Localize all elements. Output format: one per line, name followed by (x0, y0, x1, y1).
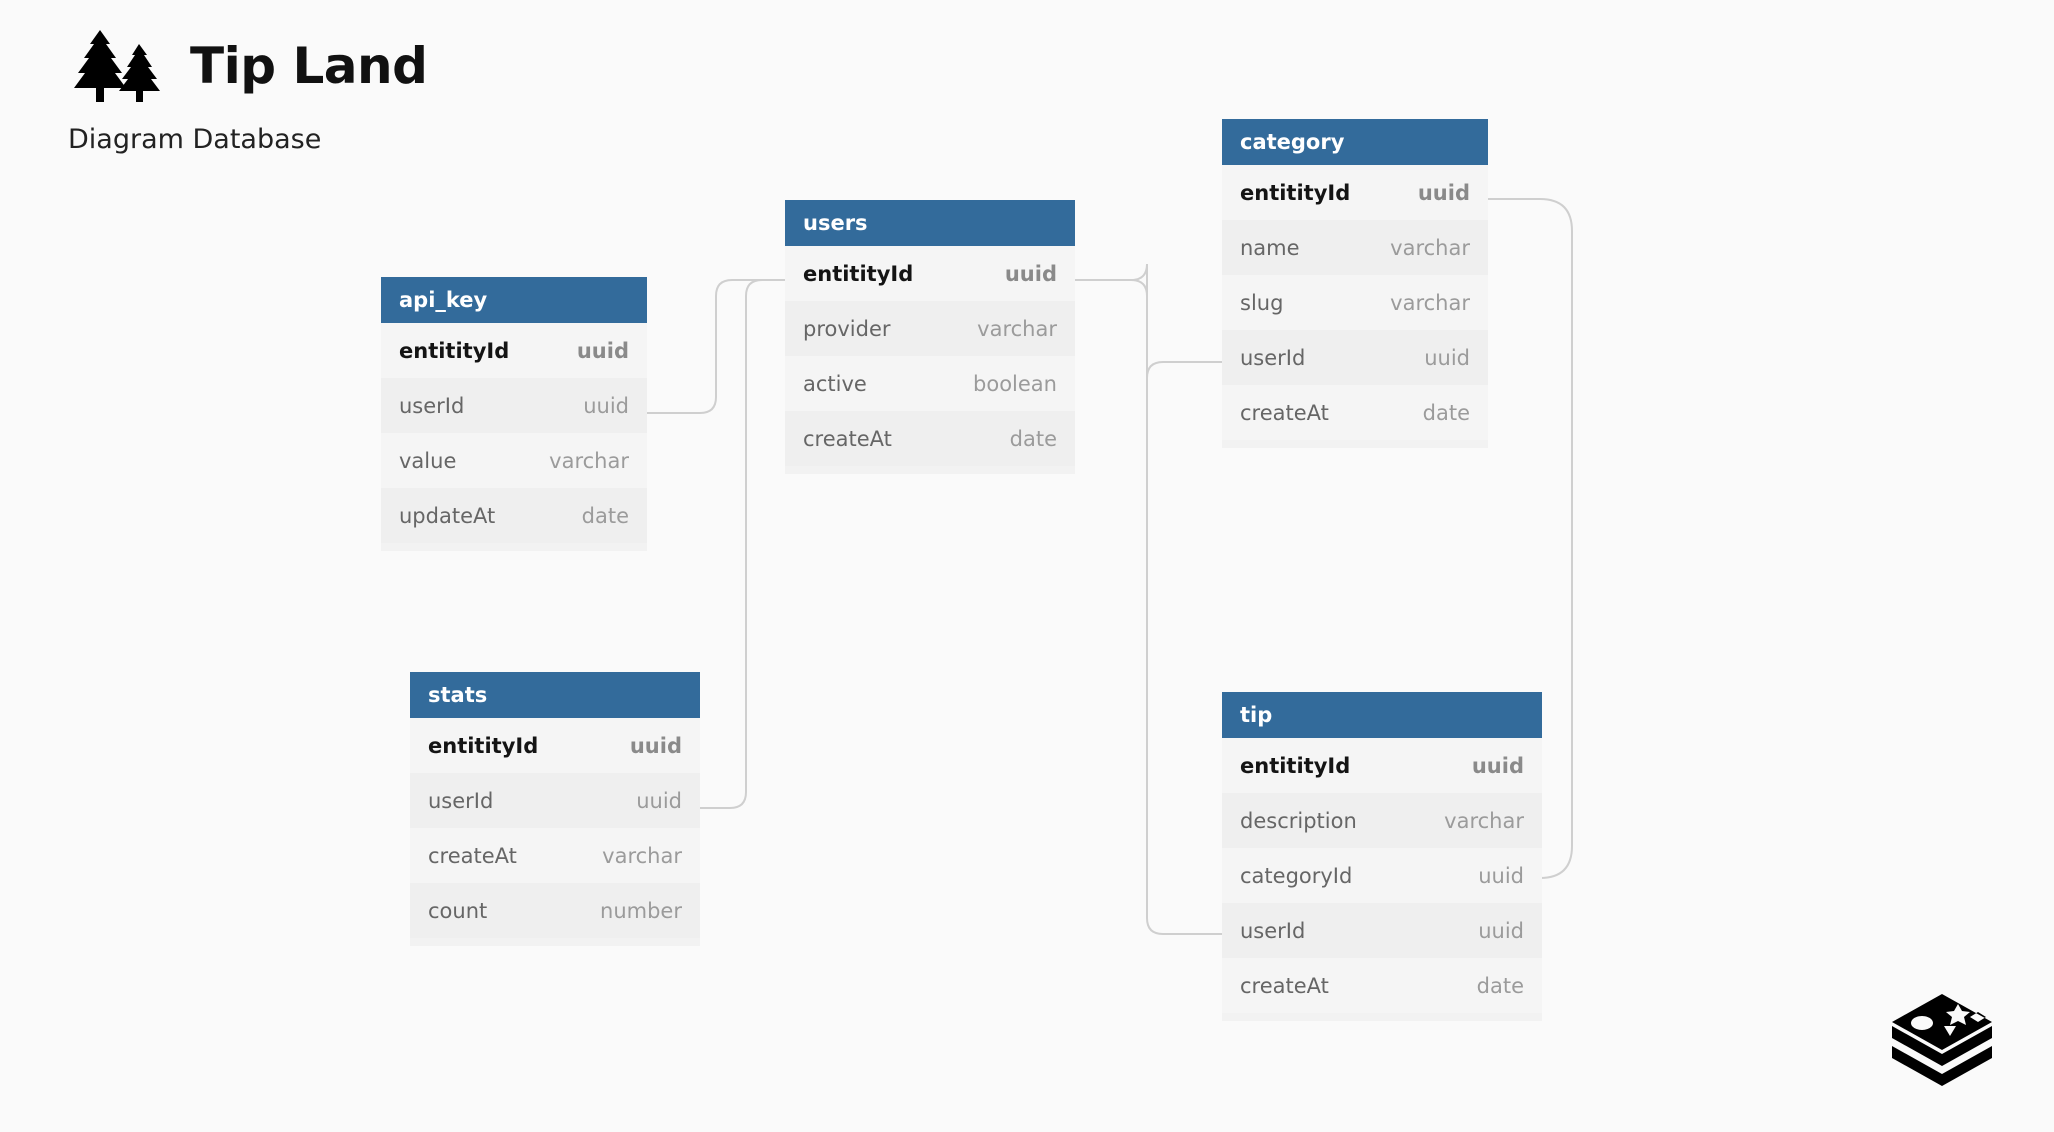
table-row[interactable]: updateAt date (381, 488, 647, 543)
column-type: varchar (549, 448, 629, 473)
table-row[interactable]: entitityId uuid (1222, 165, 1488, 220)
column-type: date (1422, 400, 1470, 425)
table-columns-tip: entitityId uuid description varchar cate… (1222, 738, 1542, 1021)
pine-trees-icon (74, 30, 160, 102)
table-row[interactable]: entitityId uuid (410, 718, 700, 773)
table-row[interactable]: userId uuid (1222, 330, 1488, 385)
er-diagram-canvas: Tip Land Diagram Database api_key entiti… (0, 0, 2054, 1132)
table-row[interactable]: value varchar (381, 433, 647, 488)
column-type: uuid (576, 338, 629, 363)
column-type: date (1009, 426, 1057, 451)
table-row[interactable]: userId uuid (381, 378, 647, 433)
table-header-users: users (785, 200, 1075, 246)
page-subtitle: Diagram Database (68, 124, 322, 155)
table-header-category: category (1222, 119, 1488, 165)
table-row[interactable]: entitityId uuid (381, 323, 647, 378)
column-type: boolean (973, 371, 1057, 396)
column-type: uuid (1417, 180, 1470, 205)
column-name: entitityId (803, 261, 914, 286)
table-columns-stats: entitityId uuid userId uuid createAt var… (410, 718, 700, 946)
edge-stats-userid-to-users-entitityid (700, 279, 785, 809)
column-name: name (1240, 235, 1300, 260)
table-header-api_key: api_key (381, 277, 647, 323)
table-row[interactable]: createAt date (1222, 958, 1542, 1013)
table-row[interactable]: active boolean (785, 356, 1075, 411)
column-type: uuid (1478, 918, 1524, 943)
column-name: active (803, 371, 867, 396)
table-header-stats: stats (410, 672, 700, 718)
column-type: uuid (629, 733, 682, 758)
table-row[interactable]: createAt date (1222, 385, 1488, 440)
entity-table-api_key[interactable]: api_key entitityId uuid userId uuid valu… (381, 277, 647, 551)
entity-table-stats[interactable]: stats entitityId uuid userId uuid create… (410, 672, 700, 946)
column-type: date (581, 503, 629, 528)
table-row[interactable]: userId uuid (1222, 903, 1542, 958)
stacked-database-layers-icon (1892, 994, 1992, 1086)
column-name: createAt (428, 843, 517, 868)
column-type: varchar (602, 843, 682, 868)
entity-table-category[interactable]: category entitityId uuid name varchar sl… (1222, 119, 1488, 448)
column-name: createAt (1240, 973, 1329, 998)
column-type: uuid (1478, 863, 1524, 888)
entity-table-users[interactable]: users entitityId uuid provider varchar a… (785, 200, 1075, 474)
column-name: updateAt (399, 503, 496, 528)
brand-header: Tip Land Diagram Database (66, 28, 428, 155)
table-row[interactable]: entitityId uuid (785, 246, 1075, 301)
column-name: entitityId (1240, 753, 1351, 778)
column-type: varchar (977, 316, 1057, 341)
table-row[interactable]: entitityId uuid (1222, 738, 1542, 793)
column-name: createAt (803, 426, 892, 451)
column-type: uuid (636, 788, 682, 813)
column-type: number (600, 898, 682, 923)
column-type: date (1476, 973, 1524, 998)
table-columns-api_key: entitityId uuid userId uuid value varcha… (381, 323, 647, 551)
table-columns-users: entitityId uuid provider varchar active … (785, 246, 1075, 474)
table-row[interactable]: count number (410, 883, 700, 938)
column-name: userId (399, 393, 465, 418)
column-name: entitityId (428, 733, 539, 758)
edge-users-entitityid-to-category-userid (1075, 263, 1222, 379)
column-name: value (399, 448, 457, 473)
edge-api_key-userid-to-users-entitityid (647, 279, 785, 414)
column-name: count (428, 898, 488, 923)
column-type: uuid (583, 393, 629, 418)
column-name: entitityId (399, 338, 510, 363)
table-row[interactable]: description varchar (1222, 793, 1542, 848)
column-type: uuid (1004, 261, 1057, 286)
column-name: entitityId (1240, 180, 1351, 205)
column-type: varchar (1390, 235, 1470, 260)
entity-table-tip[interactable]: tip entitityId uuid description varchar … (1222, 692, 1542, 1021)
table-row[interactable]: createAt varchar (410, 828, 700, 883)
brand-title-row: Tip Land (66, 28, 428, 104)
page-title: Tip Land (190, 37, 428, 95)
table-row[interactable]: userId uuid (410, 773, 700, 828)
column-name: categoryId (1240, 863, 1353, 888)
column-name: description (1240, 808, 1357, 833)
column-name: createAt (1240, 400, 1329, 425)
column-name: slug (1240, 290, 1284, 315)
table-row[interactable]: categoryId uuid (1222, 848, 1542, 903)
column-name: userId (1240, 918, 1306, 943)
relationship-edges-layer (647, 198, 1573, 935)
column-name: provider (803, 316, 891, 341)
column-type: varchar (1444, 808, 1524, 833)
table-columns-category: entitityId uuid name varchar slug varcha… (1222, 165, 1488, 448)
column-type: uuid (1471, 753, 1524, 778)
column-name: userId (1240, 345, 1306, 370)
column-type: varchar (1390, 290, 1470, 315)
table-header-tip: tip (1222, 692, 1542, 738)
table-row[interactable]: name varchar (1222, 220, 1488, 275)
table-row[interactable]: provider varchar (785, 301, 1075, 356)
column-name: userId (428, 788, 494, 813)
column-type: uuid (1424, 345, 1470, 370)
edge-users-entitityid-to-tip-userid (1075, 279, 1222, 935)
table-row[interactable]: createAt date (785, 411, 1075, 466)
table-row[interactable]: slug varchar (1222, 275, 1488, 330)
